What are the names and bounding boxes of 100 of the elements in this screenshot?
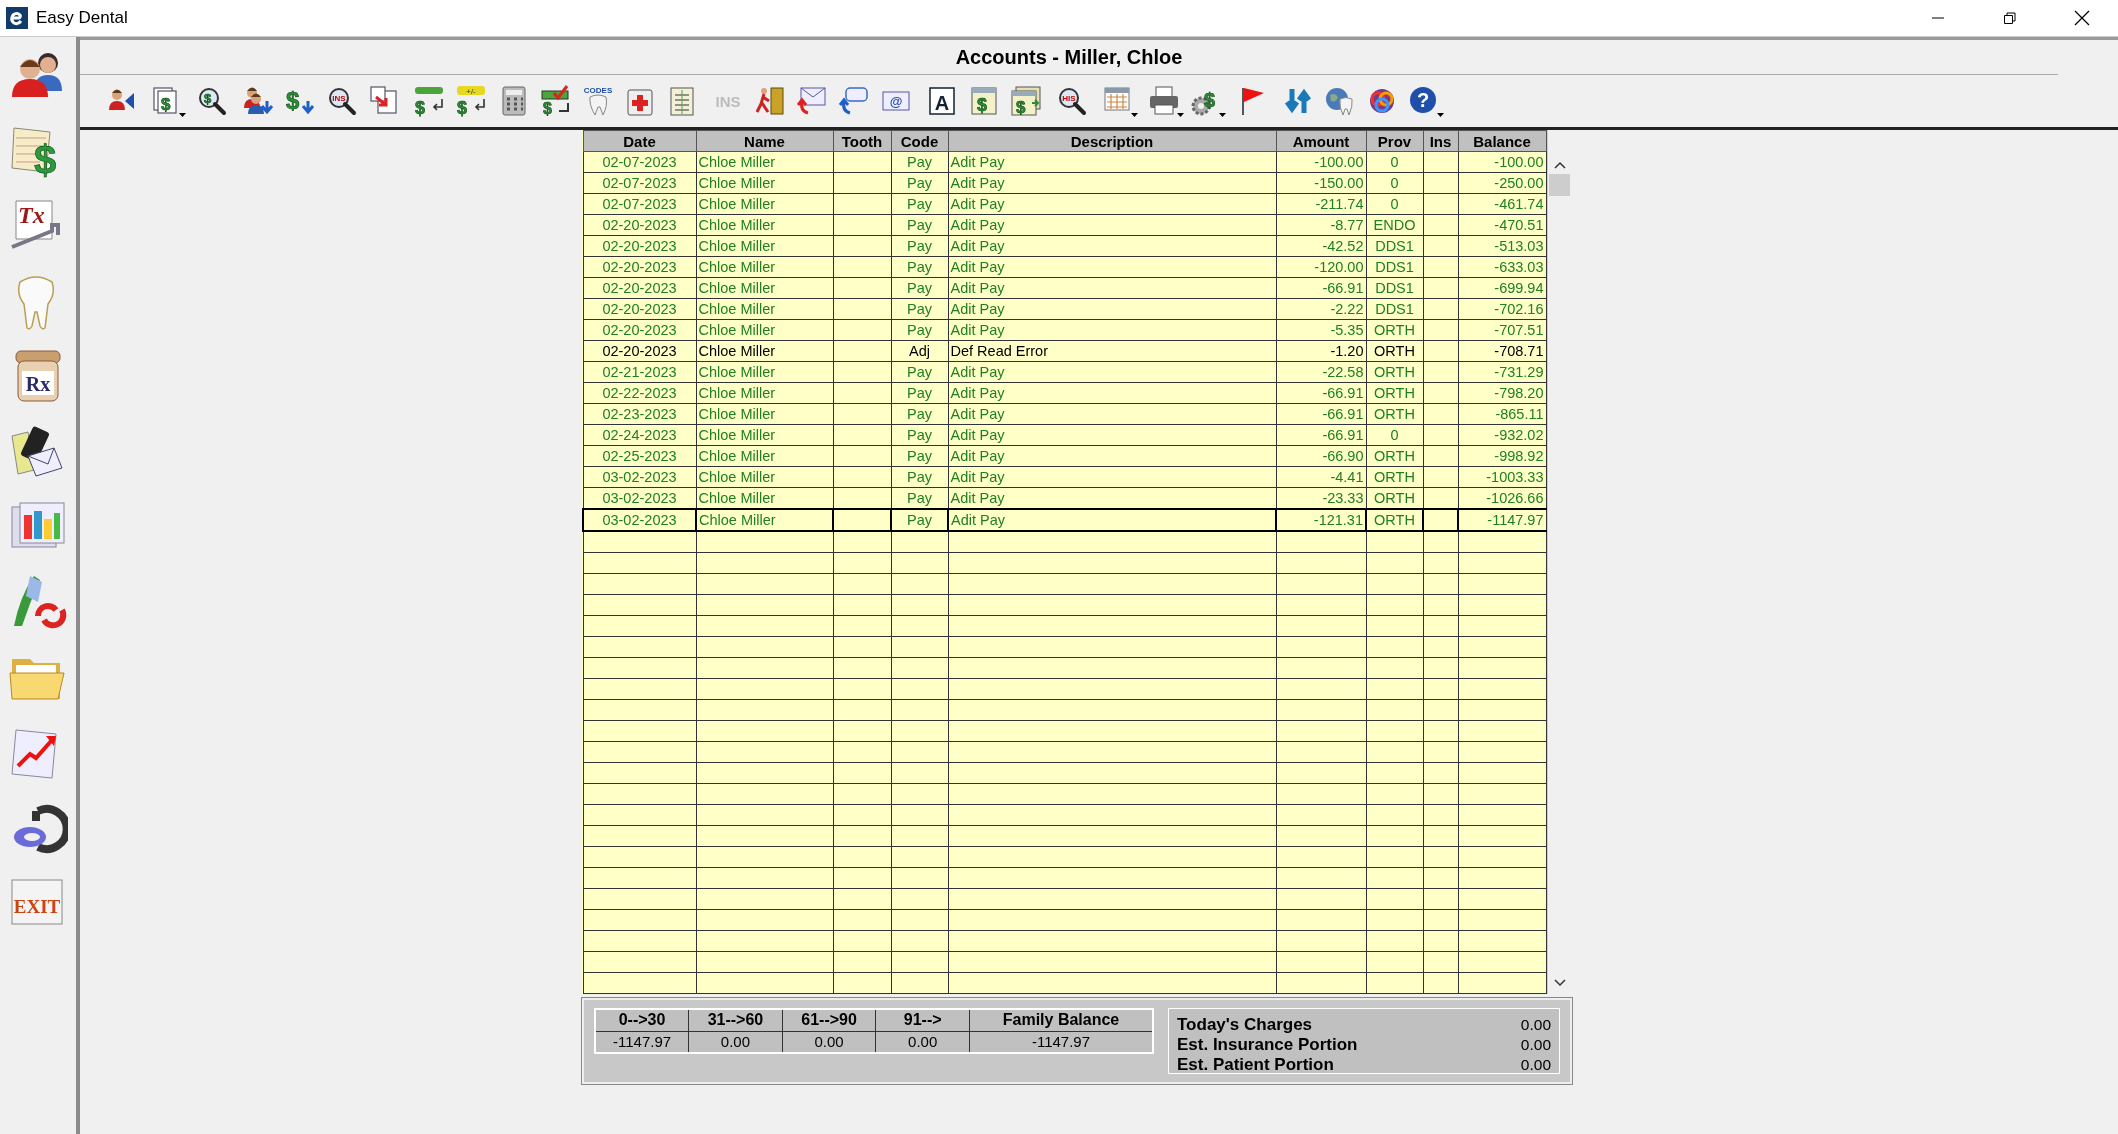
table-row[interactable]: 03-02-2023 Chloe Miller Pay Adit Pay -23.33 ORTH -1026.66 [583, 487, 1546, 509]
table-cell: Adit Pay [948, 403, 1276, 425]
column-header[interactable]: Prov [1366, 130, 1423, 152]
column-header[interactable]: Ins [1423, 130, 1458, 152]
email-button[interactable]: @ [878, 83, 914, 119]
table-cell: Pay [891, 424, 948, 446]
table-cell: 0 [1366, 172, 1423, 194]
table-cell: -798.20 [1458, 382, 1546, 404]
table-row[interactable]: 02-07-2023 Chloe Miller Pay Adit Pay -211.74 0 -461.74 [583, 193, 1546, 215]
column-header[interactable]: Amount [1276, 130, 1366, 152]
table-cell: 02-24-2023 [583, 424, 696, 446]
table-cell: -513.03 [1458, 235, 1546, 257]
table-row[interactable]: 02-07-2023 Chloe Miller Pay Adit Pay -100.00 0 -100.00 [583, 151, 1546, 173]
printer-icon [1148, 85, 1180, 117]
table-cell: 02-20-2023 [583, 298, 696, 320]
documents-dollar-button[interactable]: $ [148, 83, 184, 119]
column-header[interactable]: Name [696, 130, 833, 152]
search-button[interactable]: HIS [1054, 83, 1090, 119]
table-cell: ORTH [1366, 445, 1423, 467]
ledger-dollar-button[interactable]: $ [7, 122, 69, 184]
table-cell: 02-20-2023 [583, 319, 696, 341]
table-row[interactable]: 02-20-2023 Chloe Miller Pay Adit Pay -5.35 ORTH -707.51 [583, 319, 1546, 341]
gear-dollar-button[interactable]: $ [1188, 83, 1224, 119]
table-cell: Pay [891, 298, 948, 320]
table-cell: Chloe Miller [696, 361, 833, 383]
exit-sign-button[interactable]: EXIT [7, 872, 69, 934]
table-cell: 02-20-2023 [583, 214, 696, 236]
table-cell: 03-02-2023 [583, 509, 696, 531]
dollar-page-button[interactable]: $ [966, 83, 1002, 119]
dollar-search-button[interactable]: $ [194, 83, 230, 119]
globe-tooth-icon [1324, 85, 1356, 117]
table-cell: -4.41 [1276, 466, 1366, 488]
prescription-bottle-button[interactable]: Rx [7, 347, 69, 409]
table-cell: Chloe Miller [696, 319, 833, 341]
table-cell: Adit Pay [948, 151, 1276, 173]
dollar-adjust-button[interactable]: +/- $ [454, 83, 490, 119]
aging-header: 0-->30 [595, 1009, 689, 1031]
help-button[interactable]: ? [1406, 83, 1442, 119]
codes-tooth-button[interactable]: CODES [580, 83, 616, 119]
table-row[interactable]: 03-02-2023 Chloe Miller Pay Adit Pay -121.31 ORTH -1147.97 [583, 509, 1546, 531]
letter-button[interactable]: A [924, 83, 960, 119]
table-cell: Pay [891, 214, 948, 236]
table-cell: Pay [891, 277, 948, 299]
table-cell: 02-07-2023 [583, 172, 696, 194]
table-cell: 02-07-2023 [583, 193, 696, 215]
table-row[interactable]: 02-23-2023 Chloe Miller Pay Adit Pay -66.91 ORTH -865.11 [583, 403, 1546, 425]
table-cell: ORTH [1366, 466, 1423, 488]
table-cell: 0 [1366, 424, 1423, 446]
table-cell: Pay [891, 382, 948, 404]
table-cell: DDS1 [1366, 277, 1423, 299]
table-cell: -1.20 [1276, 340, 1366, 362]
table-row[interactable]: 03-02-2023 Chloe Miller Pay Adit Pay -4.41 ORTH -1003.33 [583, 466, 1546, 488]
dollar-enter-button[interactable]: $ [412, 83, 448, 119]
table-cell: -250.00 [1458, 172, 1546, 194]
table-cell: Chloe Miller [696, 214, 833, 236]
close-icon [2074, 10, 2090, 26]
table-cell: -708.71 [1458, 340, 1546, 362]
table-cell: Adit Pay [948, 361, 1276, 383]
column-header[interactable]: Tooth [833, 130, 891, 152]
column-header[interactable]: Description [948, 130, 1276, 152]
table-cell: -461.74 [1458, 193, 1546, 215]
table-row[interactable]: 02-22-2023 Chloe Miller Pay Adit Pay -66.91 ORTH -798.20 [583, 382, 1546, 404]
table-cell: -42.52 [1276, 235, 1366, 257]
table-row[interactable]: 02-07-2023 Chloe Miller Pay Adit Pay -150.00 0 -250.00 [583, 172, 1546, 194]
column-header[interactable]: Date [583, 130, 696, 152]
treatment-plan-button[interactable]: Tx [7, 197, 69, 259]
dropdown-caret-icon[interactable] [1219, 113, 1226, 118]
dropdown-caret-icon[interactable] [1131, 113, 1138, 118]
dollar-down-button[interactable]: $ [282, 83, 318, 119]
table-cell: -633.03 [1458, 256, 1546, 278]
table-cell: Adit Pay [948, 172, 1276, 194]
table-cell: DDS1 [1366, 256, 1423, 278]
column-header[interactable]: Code [891, 130, 948, 152]
walking-person-icon [754, 85, 786, 117]
table-row[interactable]: 02-20-2023 Chloe Miller Pay Adit Pay -8.77 ENDO -470.51 [583, 214, 1546, 236]
table-cell: 02-23-2023 [583, 403, 696, 425]
table-cell: Adit Pay [948, 509, 1276, 531]
dropdown-caret-icon[interactable] [179, 113, 186, 118]
table-cell: Chloe Miller [696, 445, 833, 467]
table-cell: -8.77 [1276, 214, 1366, 236]
table-row[interactable]: 02-21-2023 Chloe Miller Pay Adit Pay -22.58 ORTH -731.29 [583, 361, 1546, 383]
table-row[interactable]: 02-20-2023 Chloe Miller Pay Adit Pay -2.22 DDS1 -702.16 [583, 298, 1546, 320]
table-cell: -22.58 [1276, 361, 1366, 383]
table-row[interactable]: 02-20-2023 Chloe Miller Pay Adit Pay -42.52 DDS1 -513.03 [583, 235, 1546, 257]
scrollbar[interactable] [1546, 130, 1572, 994]
dropdown-caret-icon[interactable] [1437, 113, 1444, 118]
table-row[interactable]: 02-25-2023 Chloe Miller Pay Adit Pay -66.90 ORTH -998.92 [583, 445, 1546, 467]
table-row[interactable]: 02-20-2023 Chloe Miller Pay Adit Pay -120.00 DDS1 -633.03 [583, 256, 1546, 278]
search-button[interactable]: INS [324, 83, 360, 119]
table-cell: ENDO [1366, 214, 1423, 236]
scroll-thumb[interactable] [1549, 174, 1571, 196]
dollar-check-button[interactable]: $ [538, 83, 574, 119]
column-header[interactable]: Balance [1458, 130, 1546, 152]
table-row[interactable]: 02-24-2023 Chloe Miller Pay Adit Pay -66.91 0 -932.02 [583, 424, 1546, 446]
table-cell: -2.22 [1276, 298, 1366, 320]
table-row[interactable]: 02-20-2023 Chloe Miller Pay Adit Pay -66.91 DDS1 -699.94 [583, 277, 1546, 299]
dollar-pages-button[interactable]: $ [1008, 83, 1044, 119]
dropdown-caret-icon[interactable] [1177, 113, 1184, 118]
table-row[interactable]: 02-20-2023 Chloe Miller Adj Def Read Error -1.20 ORTH -708.71 [583, 340, 1546, 362]
table-cell: -100.00 [1276, 151, 1366, 173]
